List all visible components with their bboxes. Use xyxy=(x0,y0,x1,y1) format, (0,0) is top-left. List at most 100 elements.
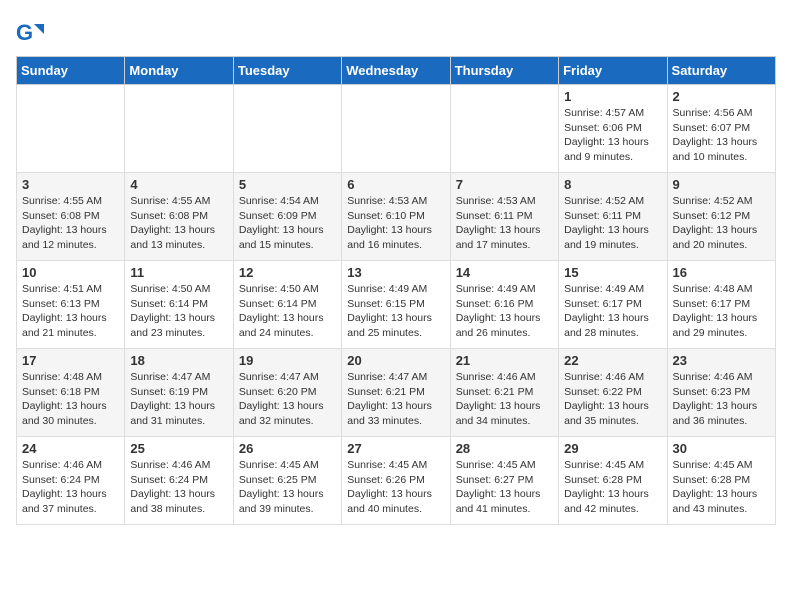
calendar-cell: 12 Sunrise: 4:50 AM Sunset: 6:14 PM Dayli… xyxy=(233,261,341,349)
calendar-cell: 29 Sunrise: 4:45 AM Sunset: 6:28 PM Dayli… xyxy=(559,437,667,525)
cell-content: Sunrise: 4:46 AM Sunset: 6:21 PM Dayligh… xyxy=(456,370,553,429)
cell-content: Sunrise: 4:53 AM Sunset: 6:10 PM Dayligh… xyxy=(347,194,444,253)
cell-content: Sunrise: 4:47 AM Sunset: 6:19 PM Dayligh… xyxy=(130,370,227,429)
cell-content: Sunrise: 4:47 AM Sunset: 6:21 PM Dayligh… xyxy=(347,370,444,429)
logo: G xyxy=(16,20,46,48)
day-number: 1 xyxy=(564,89,661,104)
day-number: 9 xyxy=(673,177,770,192)
calendar-cell xyxy=(233,85,341,173)
days-header-row: SundayMondayTuesdayWednesdayThursdayFrid… xyxy=(17,57,776,85)
day-header-friday: Friday xyxy=(559,57,667,85)
day-number: 6 xyxy=(347,177,444,192)
calendar-cell: 21 Sunrise: 4:46 AM Sunset: 6:21 PM Dayli… xyxy=(450,349,558,437)
day-number: 19 xyxy=(239,353,336,368)
day-number: 16 xyxy=(673,265,770,280)
day-number: 14 xyxy=(456,265,553,280)
logo-icon: G xyxy=(16,20,44,48)
calendar-table: SundayMondayTuesdayWednesdayThursdayFrid… xyxy=(16,56,776,525)
cell-content: Sunrise: 4:53 AM Sunset: 6:11 PM Dayligh… xyxy=(456,194,553,253)
calendar-cell: 1Sunrise: 4:57 AM Sunset: 6:06 PM Daylig… xyxy=(559,85,667,173)
cell-content: Sunrise: 4:46 AM Sunset: 6:24 PM Dayligh… xyxy=(22,458,119,517)
calendar-cell: 8Sunrise: 4:52 AM Sunset: 6:11 PM Daylig… xyxy=(559,173,667,261)
svg-text:G: G xyxy=(16,20,33,45)
calendar-cell: 30Sunrise: 4:45 AM Sunset: 6:28 PM Dayli… xyxy=(667,437,775,525)
day-header-monday: Monday xyxy=(125,57,233,85)
cell-content: Sunrise: 4:51 AM Sunset: 6:13 PM Dayligh… xyxy=(22,282,119,341)
day-number: 3 xyxy=(22,177,119,192)
calendar-cell: 6 Sunrise: 4:53 AM Sunset: 6:10 PM Daylig… xyxy=(342,173,450,261)
day-number: 7 xyxy=(456,177,553,192)
calendar-cell: 4Sunrise: 4:55 AM Sunset: 6:08 PM Daylig… xyxy=(125,173,233,261)
cell-content: Sunrise: 4:48 AM Sunset: 6:18 PM Dayligh… xyxy=(22,370,119,429)
cell-content: Sunrise: 4:46 AM Sunset: 6:22 PM Dayligh… xyxy=(564,370,661,429)
week-row-3: 10 Sunrise: 4:51 AM Sunset: 6:13 PM Dayli… xyxy=(17,261,776,349)
cell-content: Sunrise: 4:49 AM Sunset: 6:15 PM Dayligh… xyxy=(347,282,444,341)
day-number: 28 xyxy=(456,441,553,456)
cell-content: Sunrise: 4:55 AM Sunset: 6:08 PM Dayligh… xyxy=(22,194,119,253)
calendar-cell: 3 Sunrise: 4:55 AM Sunset: 6:08 PM Daylig… xyxy=(17,173,125,261)
week-row-2: 3 Sunrise: 4:55 AM Sunset: 6:08 PM Daylig… xyxy=(17,173,776,261)
day-number: 23 xyxy=(673,353,770,368)
calendar-cell: 7 Sunrise: 4:53 AM Sunset: 6:11 PM Daylig… xyxy=(450,173,558,261)
calendar-cell: 15 Sunrise: 4:49 AM Sunset: 6:17 PM Dayli… xyxy=(559,261,667,349)
calendar-cell: 5Sunrise: 4:54 AM Sunset: 6:09 PM Daylig… xyxy=(233,173,341,261)
day-number: 18 xyxy=(130,353,227,368)
day-number: 15 xyxy=(564,265,661,280)
header: G xyxy=(16,16,776,48)
week-row-1: 1Sunrise: 4:57 AM Sunset: 6:06 PM Daylig… xyxy=(17,85,776,173)
day-number: 22 xyxy=(564,353,661,368)
day-number: 13 xyxy=(347,265,444,280)
calendar-cell: 11 Sunrise: 4:50 AM Sunset: 6:14 PM Dayli… xyxy=(125,261,233,349)
cell-content: Sunrise: 4:49 AM Sunset: 6:17 PM Dayligh… xyxy=(564,282,661,341)
cell-content: Sunrise: 4:52 AM Sunset: 6:11 PM Dayligh… xyxy=(564,194,661,253)
cell-content: Sunrise: 4:49 AM Sunset: 6:16 PM Dayligh… xyxy=(456,282,553,341)
day-number: 17 xyxy=(22,353,119,368)
cell-content: Sunrise: 4:47 AM Sunset: 6:20 PM Dayligh… xyxy=(239,370,336,429)
cell-content: Sunrise: 4:48 AM Sunset: 6:17 PM Dayligh… xyxy=(673,282,770,341)
day-number: 10 xyxy=(22,265,119,280)
day-number: 25 xyxy=(130,441,227,456)
calendar-cell: 14 Sunrise: 4:49 AM Sunset: 6:16 PM Dayli… xyxy=(450,261,558,349)
day-number: 20 xyxy=(347,353,444,368)
cell-content: Sunrise: 4:45 AM Sunset: 6:26 PM Dayligh… xyxy=(347,458,444,517)
day-header-tuesday: Tuesday xyxy=(233,57,341,85)
calendar-cell: 16 Sunrise: 4:48 AM Sunset: 6:17 PM Dayli… xyxy=(667,261,775,349)
cell-content: Sunrise: 4:50 AM Sunset: 6:14 PM Dayligh… xyxy=(130,282,227,341)
calendar-cell xyxy=(125,85,233,173)
day-number: 2 xyxy=(673,89,770,104)
day-number: 21 xyxy=(456,353,553,368)
day-number: 12 xyxy=(239,265,336,280)
calendar-cell: 26 Sunrise: 4:45 AM Sunset: 6:25 PM Dayli… xyxy=(233,437,341,525)
day-number: 26 xyxy=(239,441,336,456)
cell-content: Sunrise: 4:45 AM Sunset: 6:25 PM Dayligh… xyxy=(239,458,336,517)
cell-content: Sunrise: 4:50 AM Sunset: 6:14 PM Dayligh… xyxy=(239,282,336,341)
week-row-5: 24 Sunrise: 4:46 AM Sunset: 6:24 PM Dayli… xyxy=(17,437,776,525)
day-header-saturday: Saturday xyxy=(667,57,775,85)
calendar-cell xyxy=(342,85,450,173)
day-header-thursday: Thursday xyxy=(450,57,558,85)
calendar-cell: 9Sunrise: 4:52 AM Sunset: 6:12 PM Daylig… xyxy=(667,173,775,261)
calendar-cell: 18 Sunrise: 4:47 AM Sunset: 6:19 PM Dayli… xyxy=(125,349,233,437)
calendar-cell: 20 Sunrise: 4:47 AM Sunset: 6:21 PM Dayli… xyxy=(342,349,450,437)
calendar-cell: 17 Sunrise: 4:48 AM Sunset: 6:18 PM Dayli… xyxy=(17,349,125,437)
calendar-cell: 24 Sunrise: 4:46 AM Sunset: 6:24 PM Dayli… xyxy=(17,437,125,525)
day-number: 4 xyxy=(130,177,227,192)
day-number: 24 xyxy=(22,441,119,456)
calendar-cell xyxy=(17,85,125,173)
calendar-cell xyxy=(450,85,558,173)
cell-content: Sunrise: 4:46 AM Sunset: 6:24 PM Dayligh… xyxy=(130,458,227,517)
cell-content: Sunrise: 4:45 AM Sunset: 6:28 PM Dayligh… xyxy=(673,458,770,517)
calendar-body: 1Sunrise: 4:57 AM Sunset: 6:06 PM Daylig… xyxy=(17,85,776,525)
cell-content: Sunrise: 4:54 AM Sunset: 6:09 PM Dayligh… xyxy=(239,194,336,253)
cell-content: Sunrise: 4:45 AM Sunset: 6:28 PM Dayligh… xyxy=(564,458,661,517)
cell-content: Sunrise: 4:56 AM Sunset: 6:07 PM Dayligh… xyxy=(673,106,770,165)
cell-content: Sunrise: 4:46 AM Sunset: 6:23 PM Dayligh… xyxy=(673,370,770,429)
week-row-4: 17 Sunrise: 4:48 AM Sunset: 6:18 PM Dayli… xyxy=(17,349,776,437)
day-header-wednesday: Wednesday xyxy=(342,57,450,85)
calendar-cell: 22 Sunrise: 4:46 AM Sunset: 6:22 PM Dayli… xyxy=(559,349,667,437)
calendar-cell: 19 Sunrise: 4:47 AM Sunset: 6:20 PM Dayli… xyxy=(233,349,341,437)
calendar-cell: 25 Sunrise: 4:46 AM Sunset: 6:24 PM Dayli… xyxy=(125,437,233,525)
day-number: 29 xyxy=(564,441,661,456)
day-number: 11 xyxy=(130,265,227,280)
calendar-cell: 28Sunrise: 4:45 AM Sunset: 6:27 PM Dayli… xyxy=(450,437,558,525)
